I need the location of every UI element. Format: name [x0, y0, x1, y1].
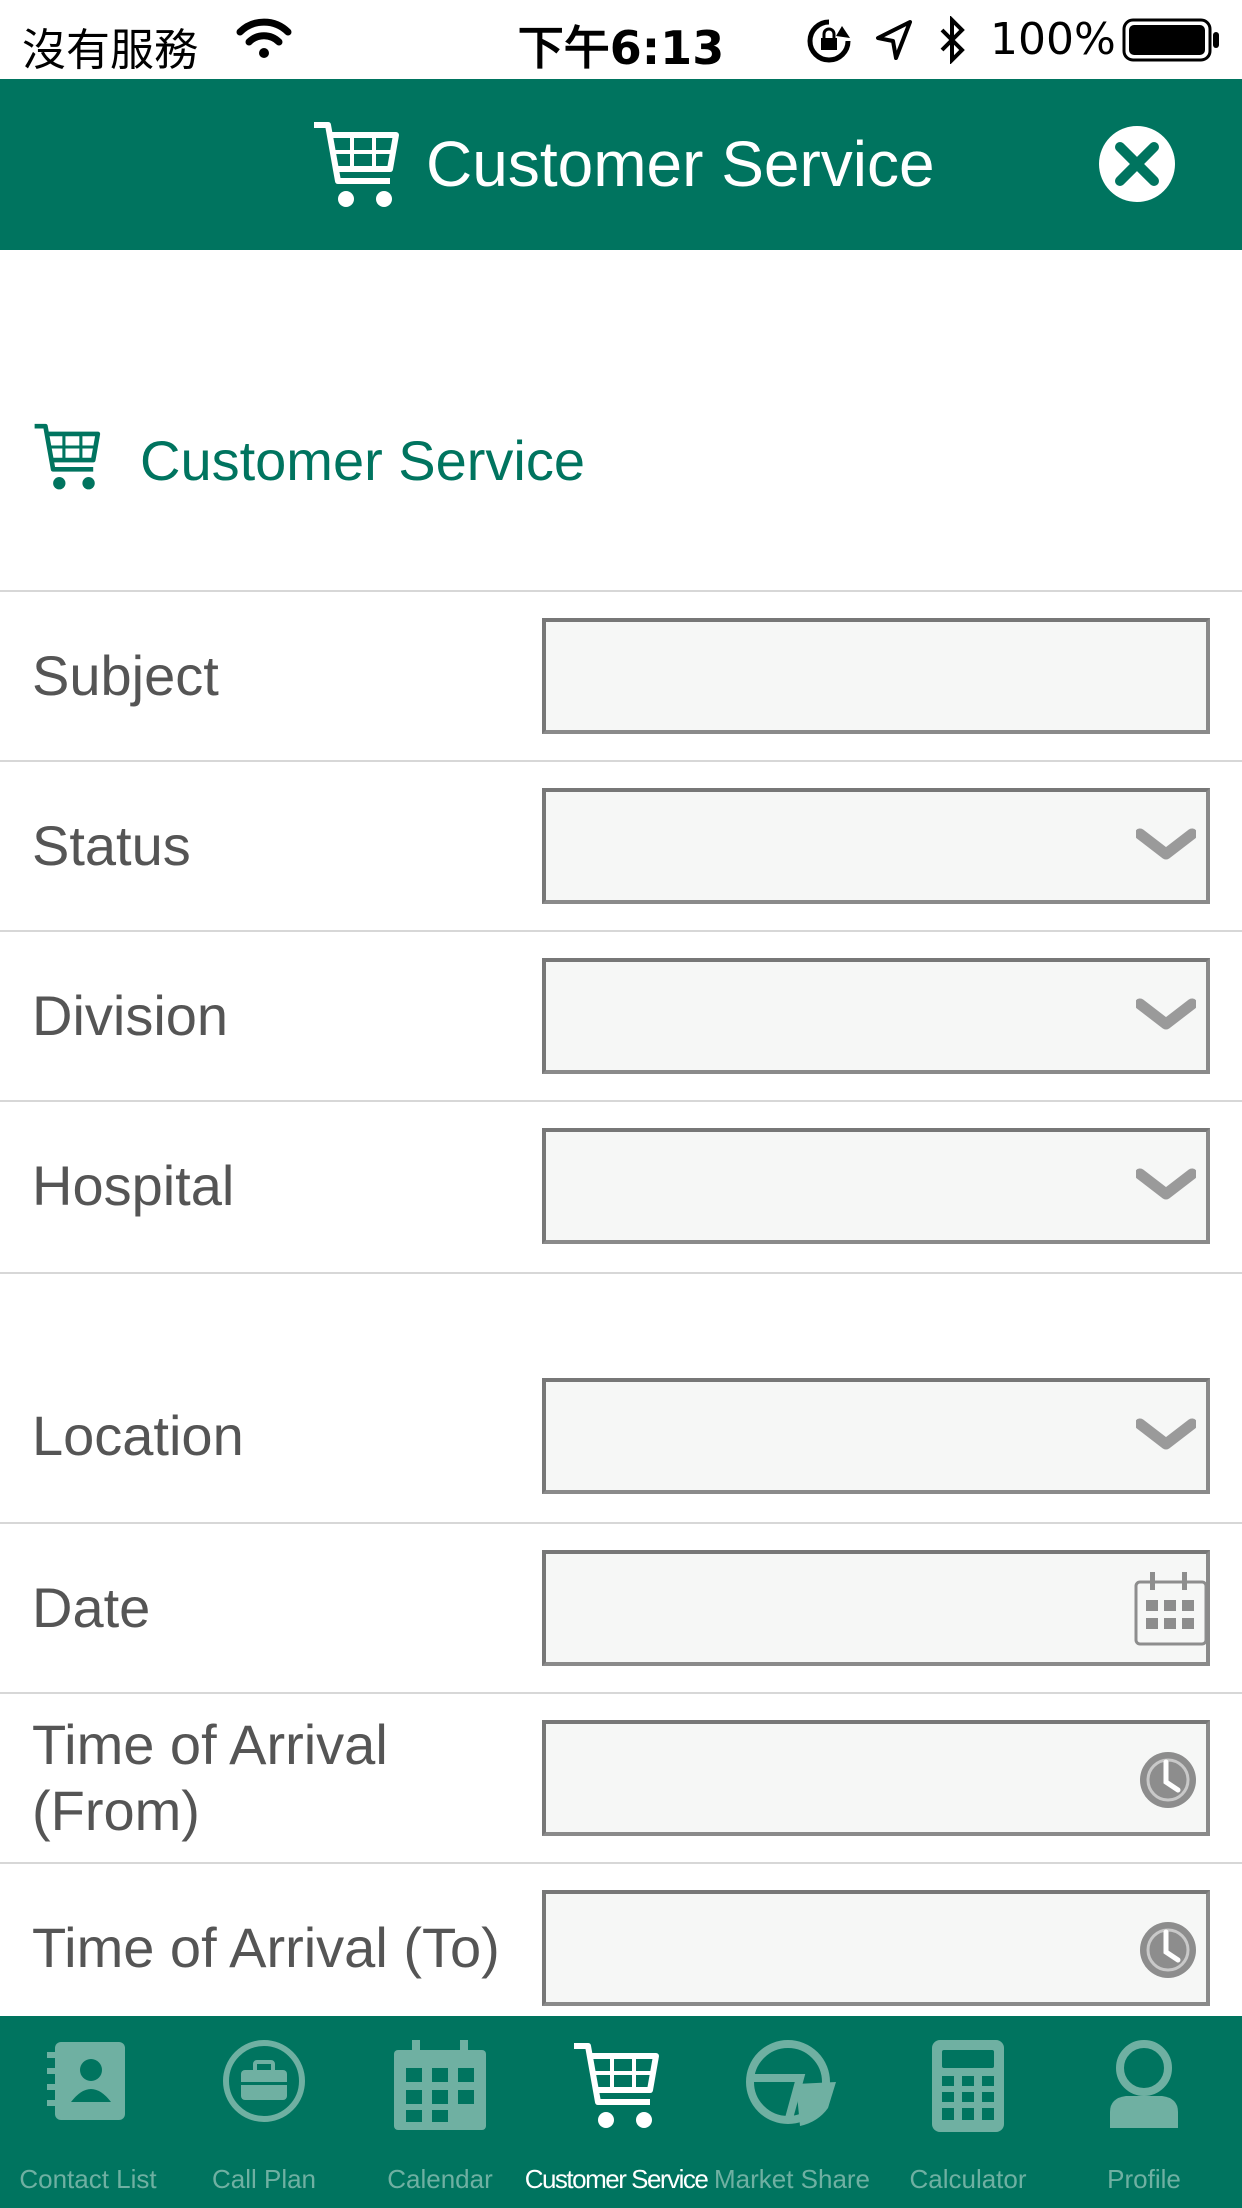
battery-percent: 100%	[990, 14, 1116, 65]
form-row-time-to: Time of Arrival (To)	[0, 1862, 1242, 2022]
cart-icon	[574, 2043, 659, 2128]
tab-market-share[interactable]: Market Share	[704, 2016, 880, 2208]
form-row-division: Division	[0, 930, 1242, 1100]
section-title: Customer Service	[140, 429, 586, 492]
cart-icon	[34, 423, 101, 490]
form-row-subject: Subject	[0, 590, 1242, 760]
pie-chart-icon	[746, 2040, 836, 2126]
form-row-hospital: Hospital	[0, 1100, 1242, 1274]
hospital-label: Hospital	[32, 1154, 235, 1217]
tab-calendar[interactable]: Calendar	[352, 2016, 528, 2208]
date-label: Date	[32, 1576, 151, 1639]
tab-customer-service[interactable]: Customer Service	[525, 2016, 709, 2208]
status-label: Status	[32, 814, 191, 877]
tab-contact-list[interactable]: Contact List	[0, 2016, 176, 2208]
section-heading: Customer Service	[0, 400, 1242, 516]
hospital-select[interactable]	[542, 1128, 1210, 1244]
tab-call-plan[interactable]: Call Plan	[176, 2016, 352, 2208]
chevron-down-icon	[1136, 998, 1196, 1030]
time-to-label: Time of Arrival (To)	[32, 1916, 500, 1979]
calculator-icon	[932, 2040, 1004, 2132]
bluetooth-icon	[940, 16, 965, 64]
battery-icon	[1122, 18, 1219, 62]
profile-icon	[1110, 2040, 1178, 2128]
briefcase-icon	[223, 2040, 305, 2122]
bottom-tab-bar: Contact List Call Plan Calendar Customer…	[0, 2016, 1242, 2208]
date-picker[interactable]	[542, 1550, 1210, 1666]
subject-label: Subject	[32, 644, 219, 707]
tab-label: Profile	[1107, 2164, 1181, 2194]
status-bar: 沒有服務 下午6:13 100%	[0, 0, 1242, 79]
header-title: Customer Service	[426, 128, 935, 200]
form-row-location: Location	[0, 1352, 1242, 1522]
clock-icon[interactable]	[1138, 1750, 1198, 1810]
rotation-lock-icon	[807, 19, 851, 63]
close-icon	[1099, 126, 1175, 202]
calendar-icon	[394, 2040, 486, 2130]
calendar-icon[interactable]	[1134, 1570, 1206, 1648]
chevron-down-icon	[1136, 1418, 1196, 1450]
time-from-picker[interactable]	[542, 1720, 1210, 1836]
subject-input[interactable]	[542, 618, 1210, 734]
contact-list-icon	[47, 2042, 125, 2120]
time-from-label: Time of Arrival (From)	[32, 1713, 388, 1842]
time-to-picker[interactable]	[542, 1890, 1210, 2006]
status-select[interactable]	[542, 788, 1210, 904]
division-label: Division	[32, 984, 229, 1047]
cart-icon	[314, 122, 399, 207]
tab-calculator[interactable]: Calculator	[880, 2016, 1056, 2208]
close-button[interactable]	[1096, 123, 1178, 205]
location-select[interactable]	[542, 1378, 1210, 1494]
chevron-down-icon	[1136, 1168, 1196, 1200]
app-header: Customer Service	[0, 79, 1242, 250]
tab-profile[interactable]: Profile	[1056, 2016, 1232, 2208]
form-row-date: Date	[0, 1522, 1242, 1692]
division-select[interactable]	[542, 958, 1210, 1074]
location-icon	[876, 20, 912, 60]
location-label: Location	[32, 1404, 244, 1467]
form-row-time-from: Time of Arrival (From)	[0, 1692, 1242, 1862]
form-row-status: Status	[0, 760, 1242, 930]
clock-icon[interactable]	[1138, 1920, 1198, 1980]
chevron-down-icon	[1136, 828, 1196, 860]
